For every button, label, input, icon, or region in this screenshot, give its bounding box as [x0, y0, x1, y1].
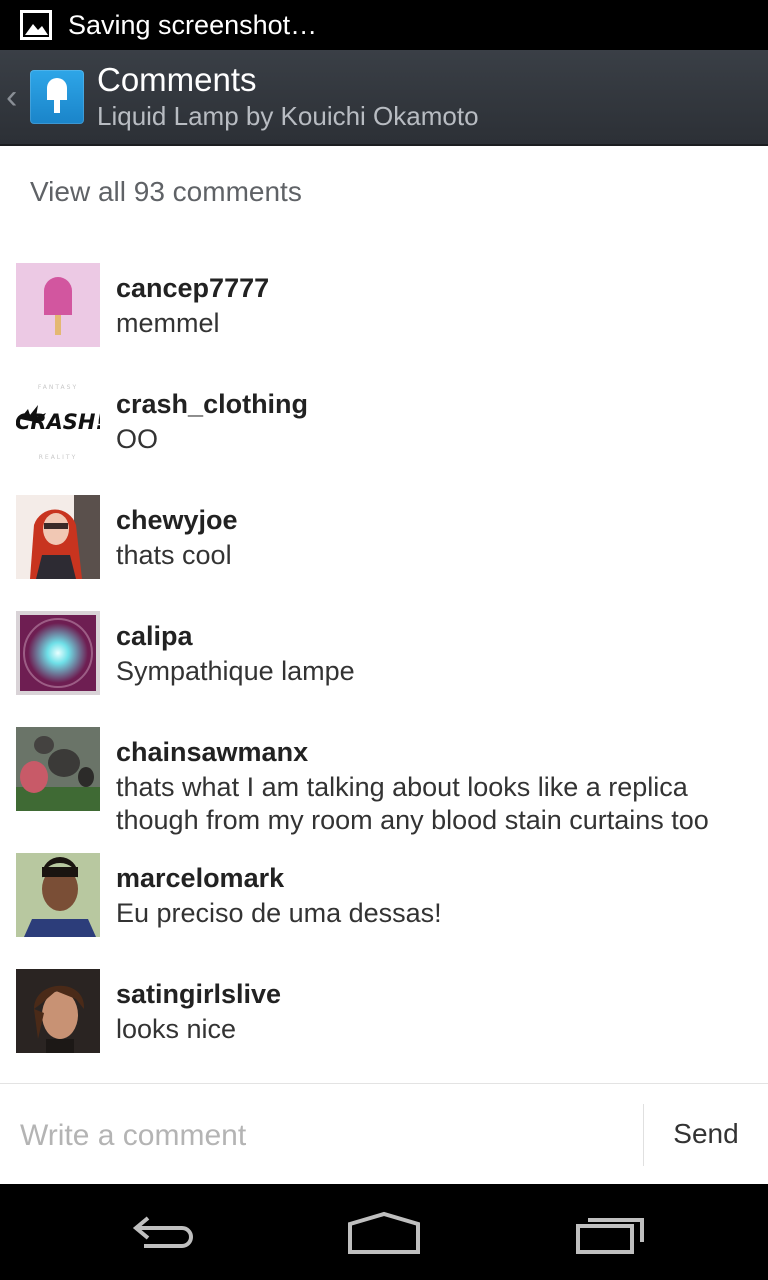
send-button[interactable]: Send	[644, 1084, 768, 1184]
svg-text:FANTASY: FANTASY	[38, 384, 78, 391]
avatar[interactable]	[16, 611, 100, 695]
page-title: Comments	[97, 61, 257, 98]
avatar[interactable]	[16, 263, 100, 347]
comment-text: Sympathique lampe	[116, 656, 355, 686]
status-bar: Saving screenshot…	[0, 0, 768, 50]
comment-text: Eu preciso de uma dessas!	[116, 898, 442, 928]
comment-item[interactable]: chewyjoe thats cool	[0, 495, 768, 585]
recent-apps-icon[interactable]	[572, 1208, 648, 1256]
comment-input[interactable]	[20, 1114, 620, 1158]
comment-username[interactable]: calipa	[116, 621, 193, 652]
popsicle-app-icon[interactable]	[30, 70, 84, 124]
comment-item[interactable]: satingirlslive looks nice	[0, 969, 768, 1059]
comment-username[interactable]: cancep7777	[116, 273, 269, 304]
comment-username[interactable]: satingirlslive	[116, 979, 281, 1010]
avatar[interactable]	[16, 727, 100, 811]
comment-item[interactable]: FANTASY CRASH! REALITY crash_clothing OO	[0, 379, 768, 469]
comment-item[interactable]: marcelomark Eu preciso de uma dessas!	[0, 853, 768, 943]
view-all-comments-link[interactable]: View all 93 comments	[30, 176, 302, 208]
avatar[interactable]	[16, 495, 100, 579]
comment-text: thats cool	[116, 540, 232, 570]
home-icon[interactable]	[346, 1208, 422, 1256]
comment-text: OO	[116, 424, 159, 454]
comment-item[interactable]: cancep7777 memmel	[0, 263, 768, 353]
comment-composer: Send	[0, 1083, 768, 1184]
action-bar: ‹ Comments Liquid Lamp by Kouichi Okamot…	[0, 50, 768, 146]
page-subtitle: Liquid Lamp by Kouichi Okamoto	[97, 101, 479, 131]
image-icon	[20, 10, 52, 40]
back-icon[interactable]	[124, 1208, 196, 1256]
comment-username[interactable]: chewyjoe	[116, 505, 238, 536]
avatar[interactable]	[16, 853, 100, 937]
avatar[interactable]: FANTASY CRASH! REALITY	[16, 379, 100, 463]
up-caret-icon[interactable]: ‹	[6, 78, 26, 117]
comment-text: thats what I am talking about looks like…	[116, 772, 709, 835]
comment-item[interactable]: chainsawmanx thats what I am talking abo…	[0, 727, 768, 835]
navigation-bar	[0, 1184, 768, 1280]
svg-text:CRASH!: CRASH!	[16, 410, 100, 434]
svg-text:REALITY: REALITY	[39, 454, 78, 461]
comment-username[interactable]: crash_clothing	[116, 389, 308, 420]
comment-text: memmel	[116, 308, 220, 338]
comment-username[interactable]: chainsawmanx	[116, 737, 308, 768]
avatar[interactable]	[16, 969, 100, 1053]
status-text: Saving screenshot…	[68, 9, 318, 40]
comment-username[interactable]: marcelomark	[116, 863, 284, 894]
comment-text: looks nice	[116, 1014, 237, 1044]
comment-item[interactable]: calipa Sympathique lampe	[0, 611, 768, 701]
